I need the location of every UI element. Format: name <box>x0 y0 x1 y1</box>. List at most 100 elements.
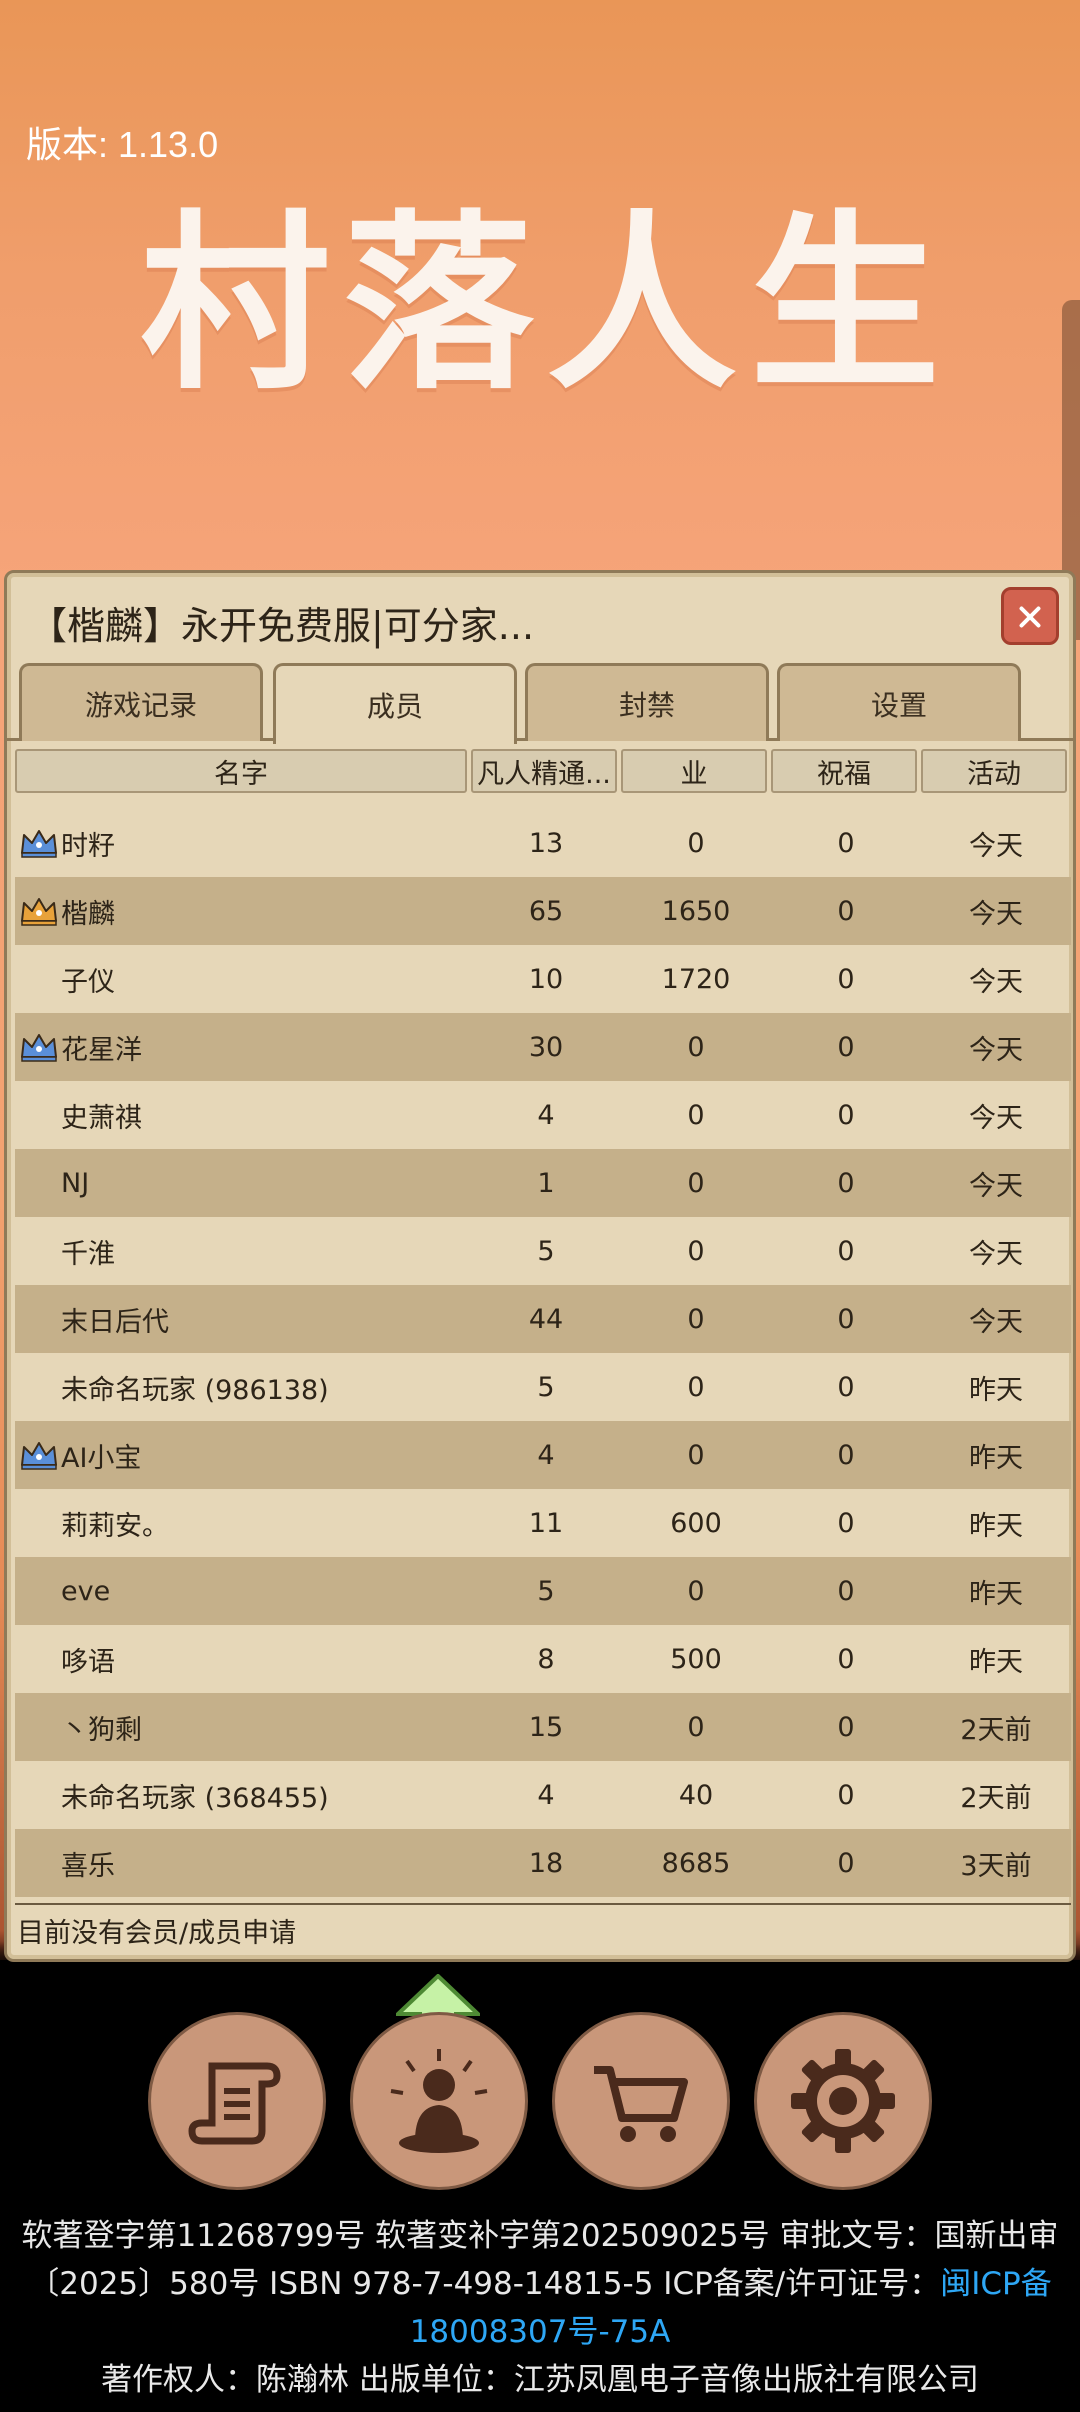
member-activity: 今天 <box>969 1102 1023 1134</box>
records-button[interactable] <box>148 2012 326 2190</box>
meditate-button[interactable] <box>350 2012 528 2190</box>
table-header: 名字 凡人精通... 业 祝福 活动 <box>15 749 1071 793</box>
member-name-cell: 喜乐 <box>15 1844 471 1883</box>
member-name-cell: 花星洋 <box>15 1028 471 1067</box>
member-row[interactable]: 楷麟 65 1650 0 今天 <box>15 877 1071 945</box>
tab-game-log[interactable]: 游戏记录 <box>19 663 263 741</box>
member-row[interactable]: 花星洋 30 0 0 今天 <box>15 1013 1071 1081</box>
column-header-name[interactable]: 名字 <box>15 749 467 793</box>
member-row[interactable]: 莉莉安。 11 600 0 昨天 <box>15 1489 1071 1557</box>
member-row[interactable]: eve 5 0 0 昨天 <box>15 1557 1071 1625</box>
member-row[interactable]: 丶狗剩 15 0 0 2天前 <box>15 1693 1071 1761</box>
tab-bans[interactable]: 封禁 <box>525 663 769 741</box>
member-name-cell: 末日后代 <box>15 1300 471 1339</box>
member-activity: 昨天 <box>969 1374 1023 1406</box>
member-name: 喜乐 <box>61 1850 115 1882</box>
member-karma: 500 <box>670 1643 722 1675</box>
tab-members[interactable]: 成员 <box>273 663 517 744</box>
member-row[interactable]: NJ 1 0 0 今天 <box>15 1149 1071 1217</box>
member-blessing: 0 <box>837 1303 855 1335</box>
member-name-cell: 未命名玩家 (986138) <box>15 1368 471 1407</box>
column-header-karma[interactable]: 业 <box>621 749 767 793</box>
member-blessing: 0 <box>837 1235 855 1267</box>
member-row[interactable]: 未命名玩家 (368455) 4 40 0 2天前 <box>15 1761 1071 1829</box>
tab-settings[interactable]: 设置 <box>777 663 1021 741</box>
member-row[interactable]: 末日后代 44 0 0 今天 <box>15 1285 1071 1353</box>
member-row[interactable]: 哆语 8 500 0 昨天 <box>15 1625 1071 1693</box>
member-row[interactable]: 千淮 5 0 0 今天 <box>15 1217 1071 1285</box>
member-activity: 今天 <box>969 1238 1023 1270</box>
member-name-cell: AI小宝 <box>15 1436 471 1475</box>
member-karma: 0 <box>687 1711 705 1743</box>
member-karma: 0 <box>687 1371 705 1403</box>
member-karma: 0 <box>687 1235 705 1267</box>
member-activity: 今天 <box>969 1170 1023 1202</box>
member-name: 莉莉安。 <box>61 1510 169 1542</box>
member-name-cell: 莉莉安。 <box>15 1504 471 1543</box>
member-name: eve <box>61 1575 111 1607</box>
member-activity: 2天前 <box>960 1714 1032 1746</box>
member-row[interactable]: 史萧祺 4 0 0 今天 <box>15 1081 1071 1149</box>
member-name: AI小宝 <box>61 1442 142 1474</box>
shop-button[interactable] <box>552 2012 730 2190</box>
member-row[interactable]: AI小宝 4 0 0 昨天 <box>15 1421 1071 1489</box>
member-activity: 今天 <box>969 830 1023 862</box>
member-activity: 3天前 <box>960 1850 1032 1882</box>
member-mastery: 11 <box>528 1507 564 1539</box>
member-row[interactable]: 时籽 13 0 0 今天 <box>15 809 1071 877</box>
member-mastery: 4 <box>537 1099 555 1131</box>
member-blessing: 0 <box>837 827 855 859</box>
member-name-cell: 史萧祺 <box>15 1096 471 1135</box>
member-karma: 40 <box>678 1779 714 1811</box>
member-row[interactable]: 子仪 10 1720 0 今天 <box>15 945 1071 1013</box>
meditation-icon <box>390 2049 488 2153</box>
member-mastery: 13 <box>528 827 564 859</box>
member-table: 时籽 13 0 0 今天 楷麟 65 1650 0 今天 子仪 10 1720 0 今天 花星洋 30 0 0 今天史… <box>15 809 1071 1897</box>
member-mastery: 18 <box>528 1847 564 1879</box>
column-header-mastery[interactable]: 凡人精通... <box>471 749 617 793</box>
column-header-blessing[interactable]: 祝福 <box>771 749 917 793</box>
member-name: 未命名玩家 (368455) <box>61 1782 329 1814</box>
settings-button[interactable] <box>754 2012 932 2190</box>
member-karma: 0 <box>687 1439 705 1471</box>
member-name: 花星洋 <box>61 1034 142 1066</box>
member-karma: 8685 <box>661 1847 731 1879</box>
member-blessing: 0 <box>837 1711 855 1743</box>
member-mastery: 1 <box>537 1167 555 1199</box>
member-name: NJ <box>61 1167 90 1199</box>
game-logo: 村 落 人 生 <box>140 200 940 410</box>
member-name-cell: 子仪 <box>15 960 471 999</box>
member-name: 末日后代 <box>61 1306 169 1338</box>
member-blessing: 0 <box>837 1031 855 1063</box>
member-name-cell: 千淮 <box>15 1232 471 1271</box>
member-blessing: 0 <box>837 1099 855 1131</box>
legal-line: 〔2025〕580号 ISBN 978-7-498-14815-5 ICP备案/… <box>0 2260 1080 2308</box>
legal-line: 软著登字第11268799号 软著变补字第202509025号 审批文号：国新出… <box>21 2218 1059 2254</box>
panel-title: 【楷麟】永开免费服|可分家... <box>29 604 535 648</box>
member-activity: 今天 <box>969 1034 1023 1066</box>
no-applications-text: 目前没有会员/成员申请 <box>17 1918 297 1949</box>
icp-link[interactable]: 闽ICP备 <box>940 2266 1051 2302</box>
member-mastery: 44 <box>528 1303 564 1335</box>
member-name: 史萧祺 <box>61 1102 142 1134</box>
member-karma: 1720 <box>661 963 731 995</box>
member-row[interactable]: 未命名玩家 (986138) 5 0 0 昨天 <box>15 1353 1071 1421</box>
member-row[interactable]: 喜乐 18 8685 0 3天前 <box>15 1829 1071 1897</box>
member-name: 楷麟 <box>61 898 115 930</box>
member-blessing: 0 <box>837 895 855 927</box>
member-karma: 1650 <box>661 895 731 927</box>
logo-char: 落 <box>343 194 534 415</box>
close-button[interactable] <box>1001 587 1059 645</box>
member-name-cell: 未命名玩家 (368455) <box>15 1776 471 1815</box>
member-mastery: 5 <box>537 1371 555 1403</box>
member-karma: 0 <box>687 1167 705 1199</box>
logo-char: 人 <box>546 194 737 415</box>
member-activity: 今天 <box>969 966 1023 998</box>
member-karma: 0 <box>687 1031 705 1063</box>
icp-link[interactable]: 18008307号-75A <box>0 2308 1080 2356</box>
clan-panel: 【楷麟】永开免费服|可分家... 游戏记录 成员 封禁 设置 名字 凡人精通..… <box>4 570 1076 1962</box>
member-mastery: 30 <box>528 1031 564 1063</box>
member-karma: 0 <box>687 1303 705 1335</box>
column-header-activity[interactable]: 活动 <box>921 749 1067 793</box>
divider <box>15 1903 1071 1905</box>
